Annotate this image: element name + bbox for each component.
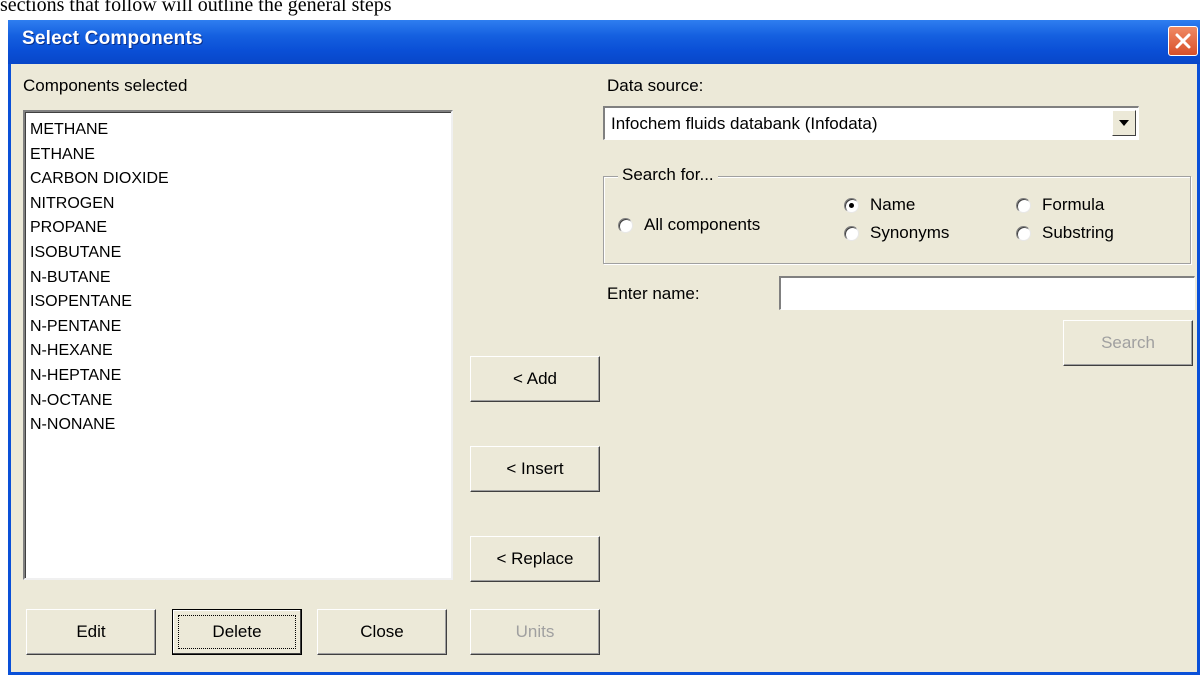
components-listbox[interactable]: METHANE ETHANE CARBON DIOXIDE NITROGEN PROPA… bbox=[23, 110, 453, 580]
delete-button-label: Delete bbox=[212, 622, 262, 641]
list-item[interactable]: ISOPENTANE bbox=[30, 290, 169, 315]
units-button[interactable]: Units bbox=[470, 609, 600, 655]
data-source-value: Infochem fluids databank (Infodata) bbox=[611, 114, 878, 133]
chevron-down-icon bbox=[1119, 120, 1129, 126]
radio-all-components-indicator bbox=[618, 218, 633, 233]
list-item[interactable]: N-HEXANE bbox=[30, 339, 169, 364]
dialog-client-area: Components selected METHANE ETHANE CARBON … bbox=[11, 64, 1197, 672]
components-list: METHANE ETHANE CARBON DIOXIDE NITROGEN PROPA… bbox=[30, 118, 169, 438]
enter-name-input[interactable] bbox=[781, 278, 1194, 309]
edit-button[interactable]: Edit bbox=[26, 609, 156, 655]
radio-formula-indicator bbox=[1016, 198, 1031, 213]
list-item[interactable]: N-NONANE bbox=[30, 413, 169, 438]
title-bar[interactable]: Select Components bbox=[8, 20, 1200, 64]
radio-all-components-label: All components bbox=[644, 215, 761, 234]
edit-button-label: Edit bbox=[76, 622, 106, 641]
close-dialog-button[interactable]: Close bbox=[317, 609, 447, 655]
list-item[interactable]: N-OCTANE bbox=[30, 389, 169, 414]
search-button-label: Search bbox=[1101, 333, 1155, 352]
dropdown-arrow-button[interactable] bbox=[1112, 110, 1136, 136]
close-button[interactable] bbox=[1168, 26, 1198, 56]
list-item[interactable]: CARBON DIOXIDE bbox=[30, 167, 169, 192]
data-source-label: Data source: bbox=[607, 76, 704, 95]
insert-button-label: < Insert bbox=[506, 459, 564, 478]
list-item[interactable]: ISOBUTANE bbox=[30, 241, 169, 266]
delete-button[interactable]: Delete bbox=[172, 609, 302, 655]
search-button[interactable]: Search bbox=[1063, 320, 1193, 366]
radio-name-label: Name bbox=[870, 195, 916, 214]
radio-substring-label: Substring bbox=[1042, 223, 1114, 242]
radio-formula-label: Formula bbox=[1042, 195, 1105, 214]
radio-synonyms-indicator bbox=[844, 226, 859, 241]
radio-name-indicator bbox=[844, 198, 859, 213]
list-item[interactable]: N-HEPTANE bbox=[30, 364, 169, 389]
select-components-dialog: Select Components Components selected ME… bbox=[8, 20, 1200, 675]
list-item[interactable]: NITROGEN bbox=[30, 192, 169, 217]
window-title: Select Components bbox=[22, 28, 203, 49]
close-dialog-button-label: Close bbox=[360, 622, 404, 641]
enter-name-label: Enter name: bbox=[607, 284, 700, 303]
enter-name-field[interactable] bbox=[779, 276, 1195, 310]
radio-substring-indicator bbox=[1016, 226, 1031, 241]
add-button[interactable]: < Add bbox=[470, 356, 600, 402]
list-item[interactable]: METHANE bbox=[30, 118, 169, 143]
components-selected-label: Components selected bbox=[23, 76, 188, 95]
list-item[interactable]: ETHANE bbox=[30, 143, 169, 168]
replace-button[interactable]: < Replace bbox=[470, 536, 600, 582]
search-for-title: Search for... bbox=[618, 165, 718, 185]
list-item[interactable]: N-PENTANE bbox=[30, 315, 169, 340]
close-icon bbox=[1175, 33, 1191, 49]
list-item[interactable]: N-BUTANE bbox=[30, 266, 169, 291]
replace-button-label: < Replace bbox=[496, 549, 574, 568]
insert-button[interactable]: < Insert bbox=[470, 446, 600, 492]
search-for-group: Search for... All components Name Synony… bbox=[603, 165, 1191, 264]
data-source-dropdown[interactable]: Infochem fluids databank (Infodata) bbox=[603, 106, 1139, 140]
add-button-label: < Add bbox=[513, 369, 557, 388]
radio-synonyms-label: Synonyms bbox=[870, 223, 950, 242]
list-item[interactable]: PROPANE bbox=[30, 216, 169, 241]
units-button-label: Units bbox=[515, 622, 555, 641]
